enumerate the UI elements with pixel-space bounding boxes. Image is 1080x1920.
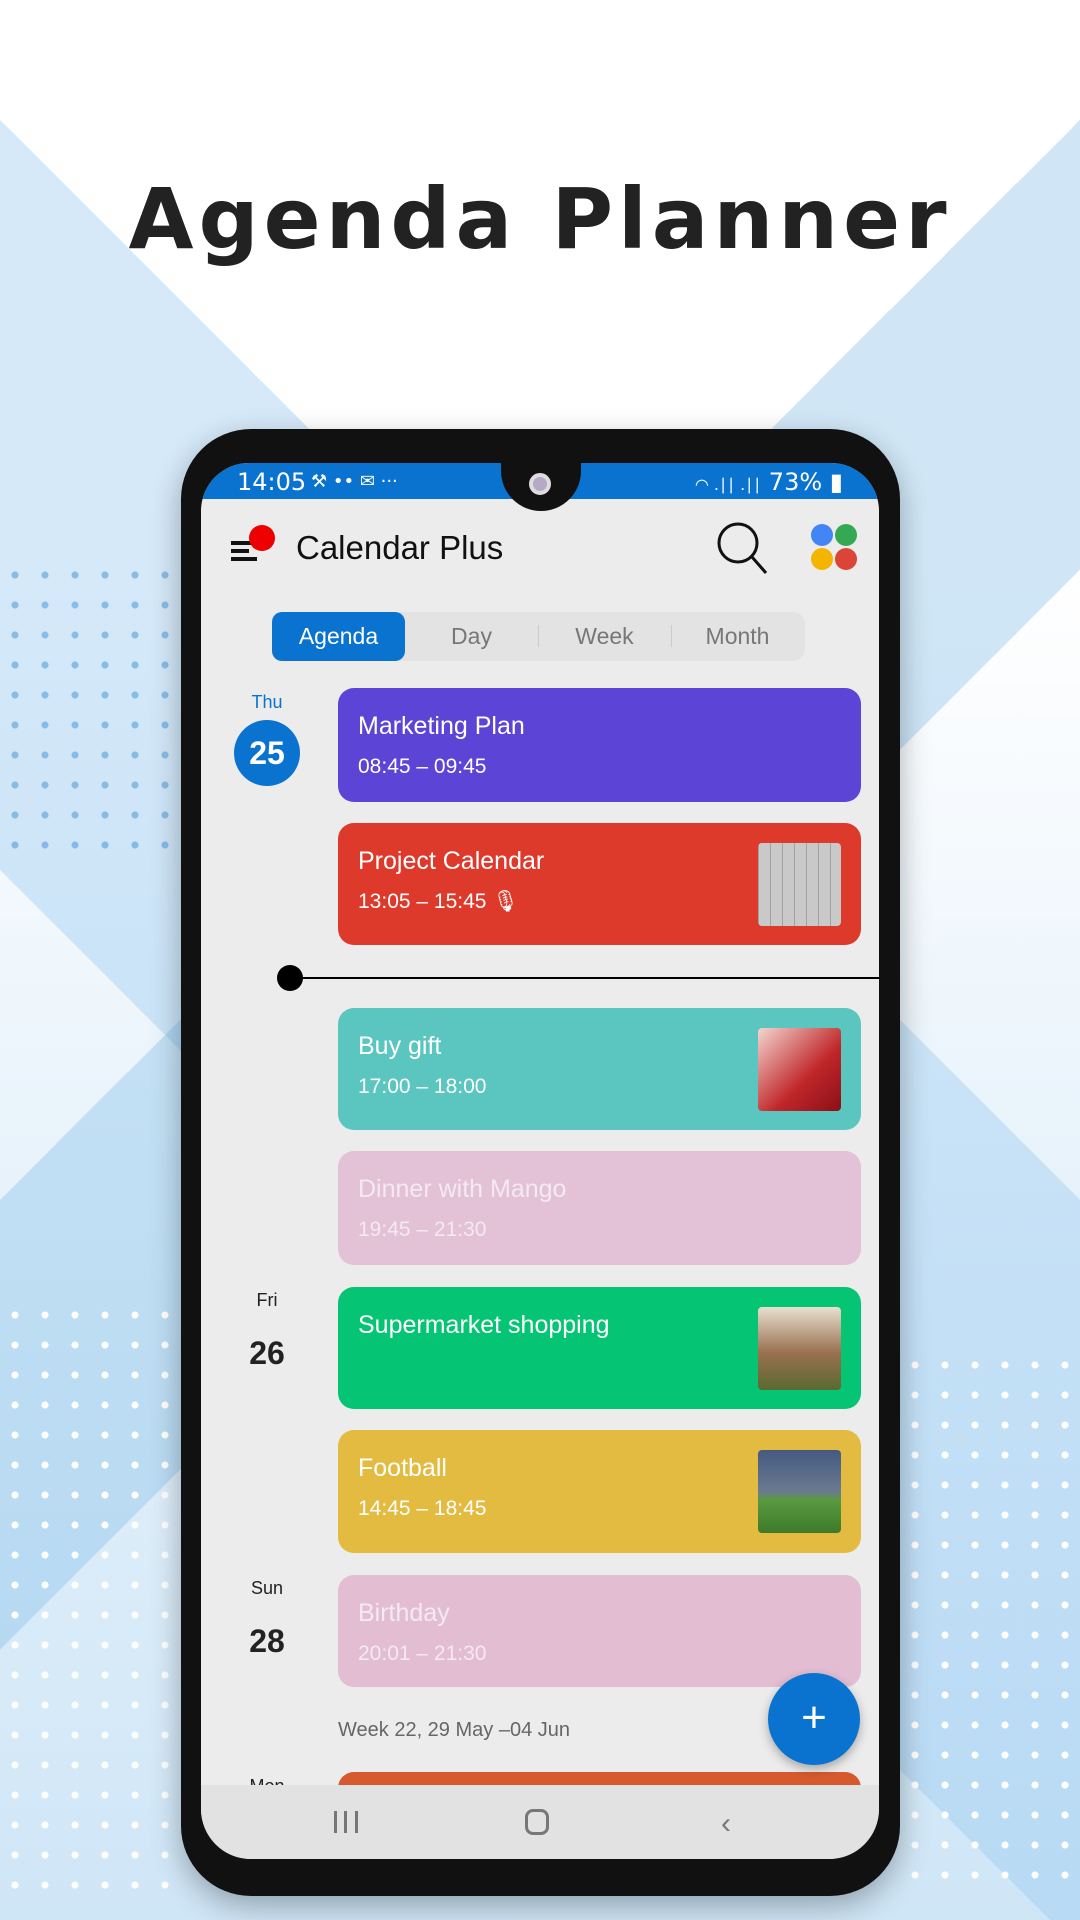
event-time: 19:45 – 21:30 <box>358 1218 487 1241</box>
add-event-button[interactable]: + <box>768 1673 860 1765</box>
status-right: ◠ .∣∣ .∣∣ 73% ▮ <box>695 468 843 496</box>
battery-icon: ▮ <box>829 468 843 496</box>
home-button[interactable] <box>525 1809 549 1835</box>
day-label-sun: Sun <box>250 1578 284 1598</box>
notification-dot <box>249 525 275 551</box>
decor-dots <box>900 1350 1080 1900</box>
event-time: 20:01 – 21:30 <box>358 1642 487 1665</box>
navigation-bar: ‹ <box>201 1785 879 1859</box>
now-indicator-line <box>291 977 879 979</box>
event-thumbnail[interactable] <box>758 843 841 926</box>
event-title: Birthday <box>358 1599 450 1627</box>
menu-icon-line <box>231 549 249 553</box>
app-title: Calendar Plus <box>296 529 504 566</box>
battery-level: 73% <box>768 468 823 496</box>
tab-month[interactable]: Month <box>671 612 804 661</box>
recent-apps-button[interactable] <box>334 1811 358 1833</box>
event-time: 13:05 – 15:45 <box>358 890 487 913</box>
search-icon <box>717 522 768 574</box>
day-label-thu: Thu <box>251 692 283 712</box>
microphone-icon: 🎙 <box>492 890 519 913</box>
phone-screen: 14:05 ⚒ •• ✉ ··· ◠ .∣∣ .∣∣ 73% ▮ Calenda… <box>201 463 879 1859</box>
event-title: Marketing Plan <box>358 712 525 740</box>
event-card[interactable]: Dinner with Mango 19:45 – 21:30 <box>338 1151 861 1265</box>
status-time: 14:05 <box>237 468 307 496</box>
event-thumbnail[interactable] <box>758 1028 841 1111</box>
day-number-26[interactable]: 26 <box>234 1335 300 1372</box>
view-tabs: Agenda Day Week Month <box>272 612 805 661</box>
signal-icon: ◠ .∣∣ .∣∣ <box>694 475 762 494</box>
decor-dots <box>0 1300 180 1900</box>
event-title: Dinner with Mango <box>358 1175 567 1203</box>
event-card[interactable]: Football 14:45 – 18:45 <box>338 1430 861 1553</box>
event-card[interactable]: Birthday 20:01 – 21:30 <box>338 1575 861 1687</box>
plus-icon: + <box>801 1693 827 1742</box>
week-separator: Week 22, 29 May –04 Jun <box>338 1719 570 1741</box>
tab-day[interactable]: Day <box>405 612 538 661</box>
tab-agenda[interactable]: Agenda <box>272 612 405 661</box>
today-date-badge[interactable]: 25 <box>234 720 300 786</box>
camera-notch <box>501 463 581 511</box>
back-button[interactable]: ‹ <box>721 1807 731 1841</box>
apps-grid-icon <box>811 524 857 570</box>
camera-icon <box>529 473 551 495</box>
day-label-fri: Fri <box>256 1290 278 1310</box>
event-thumbnail[interactable] <box>758 1450 841 1533</box>
apps-button[interactable] <box>810 523 858 571</box>
event-card[interactable]: Supermarket shopping <box>338 1287 861 1409</box>
day-number-28[interactable]: 28 <box>234 1623 300 1660</box>
page-title: Agenda Planner <box>128 170 952 268</box>
event-time: 08:45 – 09:45 <box>358 755 487 778</box>
menu-icon-line <box>231 557 257 561</box>
recent-apps-icon <box>344 1811 347 1833</box>
search-button[interactable] <box>714 519 774 579</box>
event-card[interactable]: Buy gift 17:00 – 18:00 <box>338 1008 861 1130</box>
decor-dots <box>0 560 180 860</box>
event-thumbnail[interactable] <box>758 1307 841 1390</box>
notification-icons: ⚒ •• ✉ ··· <box>311 471 398 492</box>
event-card[interactable]: Project Calendar 13:05 – 15:45 🎙 <box>338 823 861 945</box>
event-card[interactable]: Marketing Plan 08:45 – 09:45 <box>338 688 861 802</box>
tab-week[interactable]: Week <box>538 612 671 661</box>
menu-button[interactable] <box>231 525 281 573</box>
